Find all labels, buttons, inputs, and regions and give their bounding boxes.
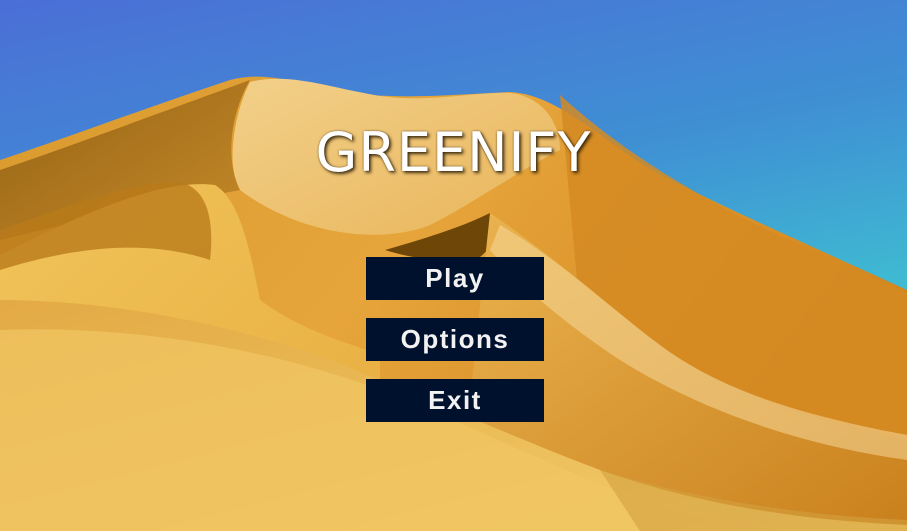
main-menu: Play Options Exit <box>366 257 544 422</box>
exit-button[interactable]: Exit <box>366 379 544 422</box>
game-title: GREENIFY <box>315 121 592 184</box>
options-button[interactable]: Options <box>366 318 544 361</box>
play-button[interactable]: Play <box>366 257 544 300</box>
main-menu-screen: GREENIFY Play Options Exit <box>0 0 907 531</box>
